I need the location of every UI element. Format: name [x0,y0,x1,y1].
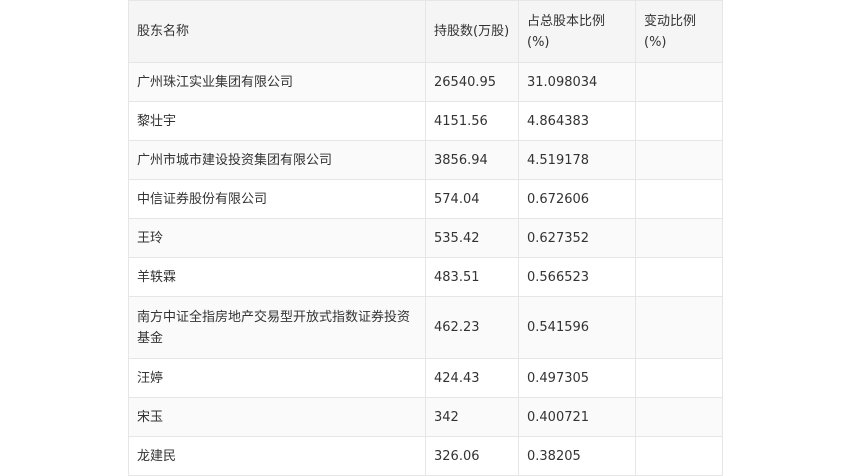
cell-shares-held: 574.04 [425,179,519,219]
cell-shareholder-name: 广州市城市建设投资集团有限公司 [128,140,426,180]
table-row: 黎壮宇 4151.56 4.864383 [128,101,723,141]
table-header: 股东名称 持股数(万股) 占总股本比例(%) 变动比例(%) [128,0,723,63]
header-row: 股东名称 持股数(万股) 占总股本比例(%) 变动比例(%) [128,0,723,63]
cell-shares-held: 3856.94 [425,140,519,180]
cell-share-ratio: 0.627352 [518,218,636,258]
cell-shareholder-name: 龙建民 [128,436,426,476]
cell-change-ratio [635,140,723,180]
header-shares-held: 持股数(万股) [425,0,519,63]
cell-shares-held: 483.51 [425,257,519,297]
table-row: 广州珠江实业集团有限公司 26540.95 31.098034 [128,62,723,102]
cell-shares-held: 462.23 [425,296,519,359]
cell-shareholder-name: 南方中证全指房地产交易型开放式指数证券投资基金 [128,296,426,359]
cell-change-ratio [635,218,723,258]
cell-change-ratio [635,62,723,102]
cell-share-ratio: 0.38205 [518,436,636,476]
table-body: 广州珠江实业集团有限公司 26540.95 31.098034 黎壮宇 4151… [128,62,723,476]
cell-shareholder-name: 汪婷 [128,358,426,398]
cell-shareholder-name: 宋玉 [128,397,426,437]
cell-share-ratio: 4.519178 [518,140,636,180]
table-row: 广州市城市建设投资集团有限公司 3856.94 4.519178 [128,140,723,180]
table-row: 龙建民 326.06 0.38205 [128,436,723,476]
table-row: 王玲 535.42 0.627352 [128,218,723,258]
cell-share-ratio: 4.864383 [518,101,636,141]
cell-change-ratio [635,179,723,219]
cell-shares-held: 26540.95 [425,62,519,102]
cell-shares-held: 4151.56 [425,101,519,141]
cell-shareholder-name: 广州珠江实业集团有限公司 [128,62,426,102]
header-shareholder-name: 股东名称 [128,0,426,63]
cell-shareholder-name: 羊轶霖 [128,257,426,297]
cell-share-ratio: 0.566523 [518,257,636,297]
cell-change-ratio [635,358,723,398]
cell-change-ratio [635,296,723,359]
cell-change-ratio [635,436,723,476]
cell-share-ratio: 31.098034 [518,62,636,102]
cell-share-ratio: 0.497305 [518,358,636,398]
cell-share-ratio: 0.672606 [518,179,636,219]
table-row: 汪婷 424.43 0.497305 [128,358,723,398]
cell-shares-held: 326.06 [425,436,519,476]
cell-change-ratio [635,101,723,141]
header-share-ratio: 占总股本比例(%) [518,0,636,63]
table-row: 南方中证全指房地产交易型开放式指数证券投资基金 462.23 0.541596 [128,296,723,359]
cell-shareholder-name: 王玲 [128,218,426,258]
table-row: 宋玉 342 0.400721 [128,397,723,437]
table-row: 羊轶霖 483.51 0.566523 [128,257,723,297]
header-change-ratio: 变动比例(%) [635,0,723,63]
cell-change-ratio [635,257,723,297]
cell-share-ratio: 0.541596 [518,296,636,359]
shareholder-table: 股东名称 持股数(万股) 占总股本比例(%) 变动比例(%) 广州珠江实业集团有… [128,0,723,476]
cell-shares-held: 424.43 [425,358,519,398]
cell-shares-held: 342 [425,397,519,437]
table-row: 中信证券股份有限公司 574.04 0.672606 [128,179,723,219]
cell-share-ratio: 0.400721 [518,397,636,437]
cell-shareholder-name: 中信证券股份有限公司 [128,179,426,219]
cell-change-ratio [635,397,723,437]
cell-shareholder-name: 黎壮宇 [128,101,426,141]
cell-shares-held: 535.42 [425,218,519,258]
